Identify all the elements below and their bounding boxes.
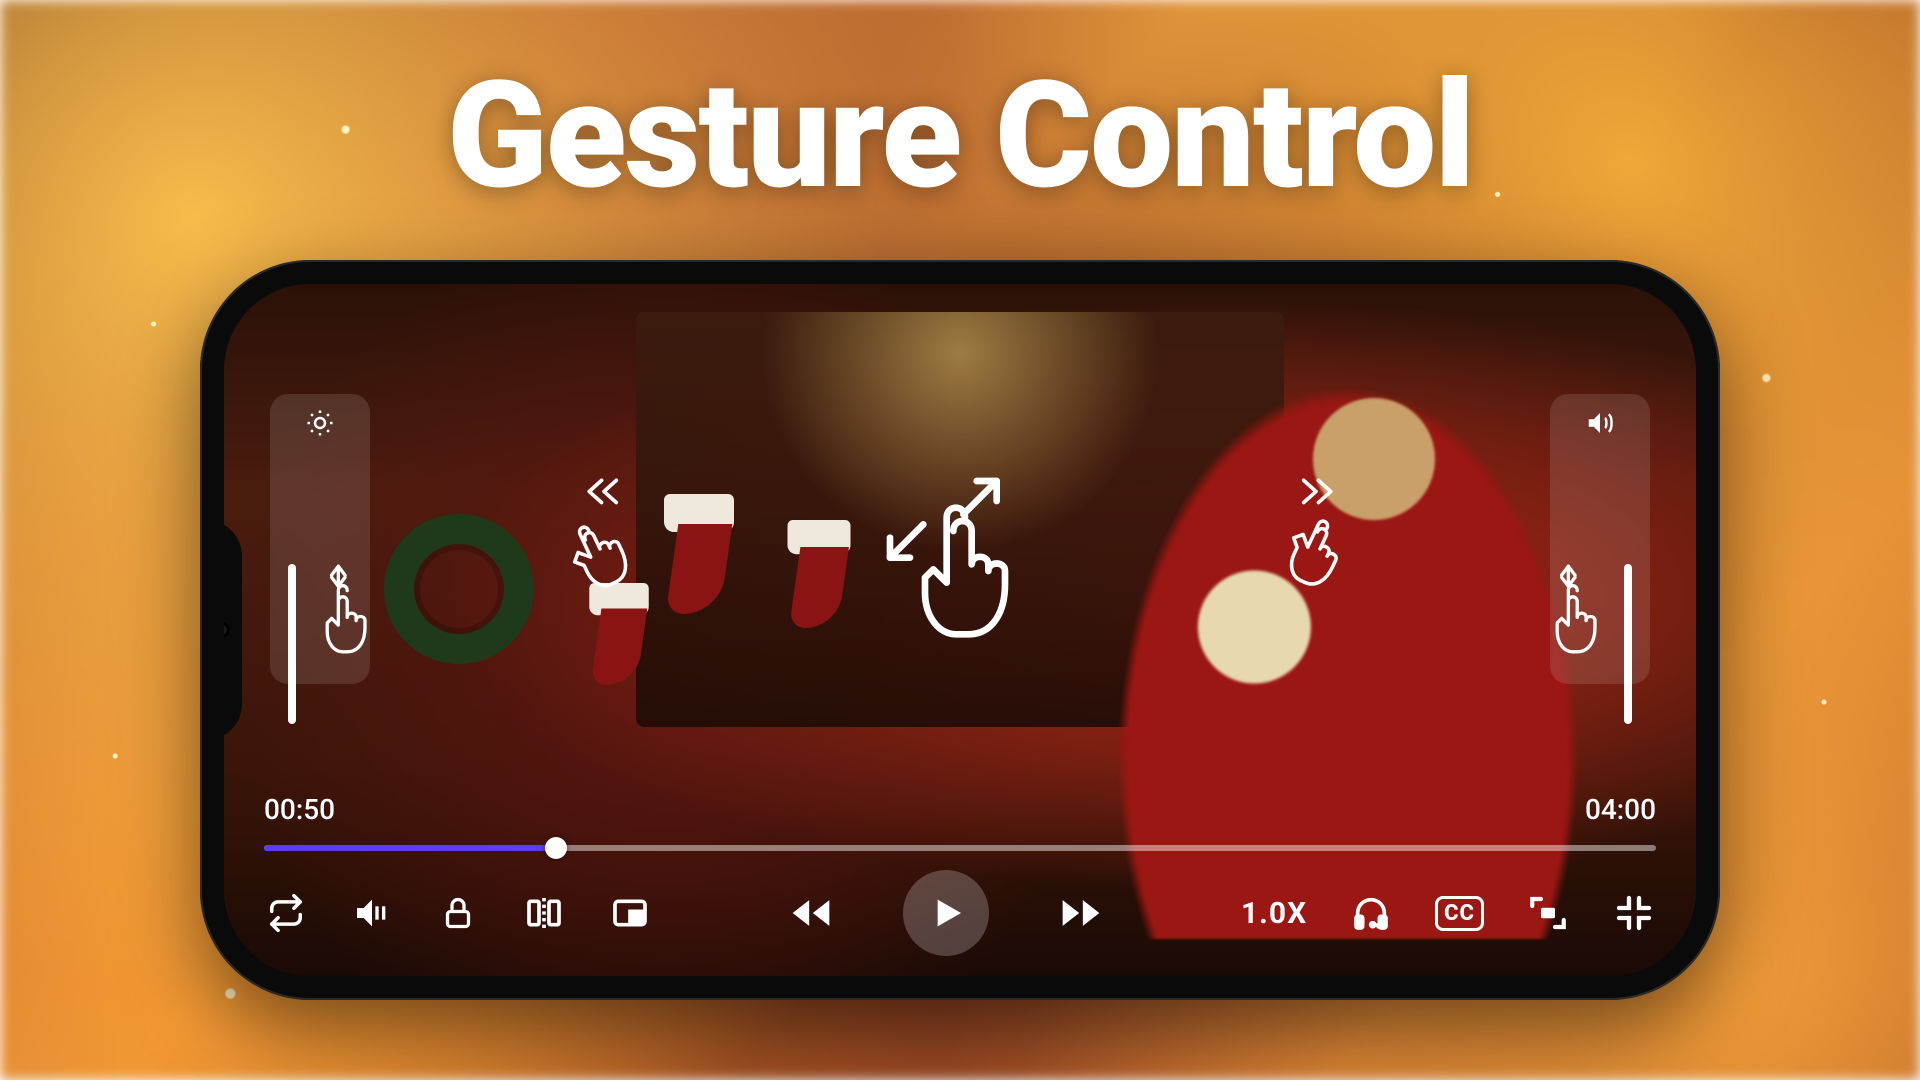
page-title: Gesture Control bbox=[0, 50, 1920, 223]
aspect-ratio-button[interactable] bbox=[1526, 891, 1570, 935]
phone-frame: 00:50 04:00 bbox=[200, 260, 1720, 1000]
video-scene-decor bbox=[384, 514, 534, 664]
subtitles-button[interactable]: CC bbox=[1435, 896, 1484, 931]
seek-fill bbox=[264, 845, 556, 851]
playback-speed-button[interactable]: 1.0X bbox=[1241, 896, 1307, 931]
controls-center-group bbox=[789, 870, 1103, 956]
video-scene-decor bbox=[664, 494, 734, 614]
total-time-label: 04:00 bbox=[1585, 793, 1656, 826]
rewind-small-icon bbox=[579, 473, 629, 510]
rewind-button[interactable] bbox=[789, 891, 833, 935]
seek-bar[interactable] bbox=[264, 838, 1656, 858]
volume-icon bbox=[352, 893, 392, 933]
video-player-screen[interactable]: 00:50 04:00 bbox=[224, 284, 1696, 976]
phone-notch bbox=[224, 520, 242, 740]
mirror-button[interactable] bbox=[522, 891, 566, 935]
controls-left-group bbox=[264, 891, 652, 935]
audio-track-button[interactable] bbox=[1349, 891, 1393, 935]
forward-icon bbox=[1059, 891, 1103, 935]
rewind-icon bbox=[789, 891, 833, 935]
fullscreen-exit-icon bbox=[1614, 893, 1654, 933]
pip-button[interactable] bbox=[608, 891, 652, 935]
pip-icon bbox=[610, 893, 650, 933]
video-scene-decor bbox=[589, 583, 649, 685]
seek-thumb[interactable] bbox=[545, 837, 567, 859]
swipe-seek-forward-gesture bbox=[1256, 473, 1376, 593]
video-scene-decor bbox=[788, 520, 851, 628]
lock-icon bbox=[440, 895, 476, 931]
aspect-ratio-icon bbox=[1527, 892, 1569, 934]
hand-swipe-right-icon bbox=[1276, 510, 1356, 593]
mirror-icon bbox=[524, 893, 564, 933]
volume-icon bbox=[1585, 408, 1615, 438]
mute-button[interactable] bbox=[350, 891, 394, 935]
lock-button[interactable] bbox=[436, 891, 480, 935]
forward-small-icon bbox=[1291, 473, 1341, 510]
play-button[interactable] bbox=[903, 870, 989, 956]
audio-track-icon bbox=[1351, 893, 1391, 933]
pinch-zoom-gesture bbox=[860, 461, 1060, 661]
brightness-icon bbox=[305, 408, 335, 438]
swipe-vertical-icon bbox=[1540, 564, 1610, 664]
controls-right-group: 1.0X CC bbox=[1241, 891, 1656, 935]
brightness-track[interactable] bbox=[288, 564, 296, 724]
hand-swipe-left-icon bbox=[564, 510, 644, 593]
exit-fullscreen-button[interactable] bbox=[1612, 891, 1656, 935]
volume-gesture-panel[interactable] bbox=[1550, 394, 1650, 684]
swipe-seek-backward-gesture bbox=[544, 473, 664, 593]
brightness-gesture-panel[interactable] bbox=[270, 394, 370, 684]
play-icon bbox=[926, 893, 966, 933]
volume-track[interactable] bbox=[1624, 564, 1632, 724]
loop-icon bbox=[267, 894, 305, 932]
player-controls: 1.0X CC bbox=[264, 878, 1656, 948]
swipe-vertical-icon bbox=[310, 564, 380, 664]
loop-button[interactable] bbox=[264, 891, 308, 935]
forward-button[interactable] bbox=[1059, 891, 1103, 935]
current-time-label: 00:50 bbox=[264, 793, 335, 826]
